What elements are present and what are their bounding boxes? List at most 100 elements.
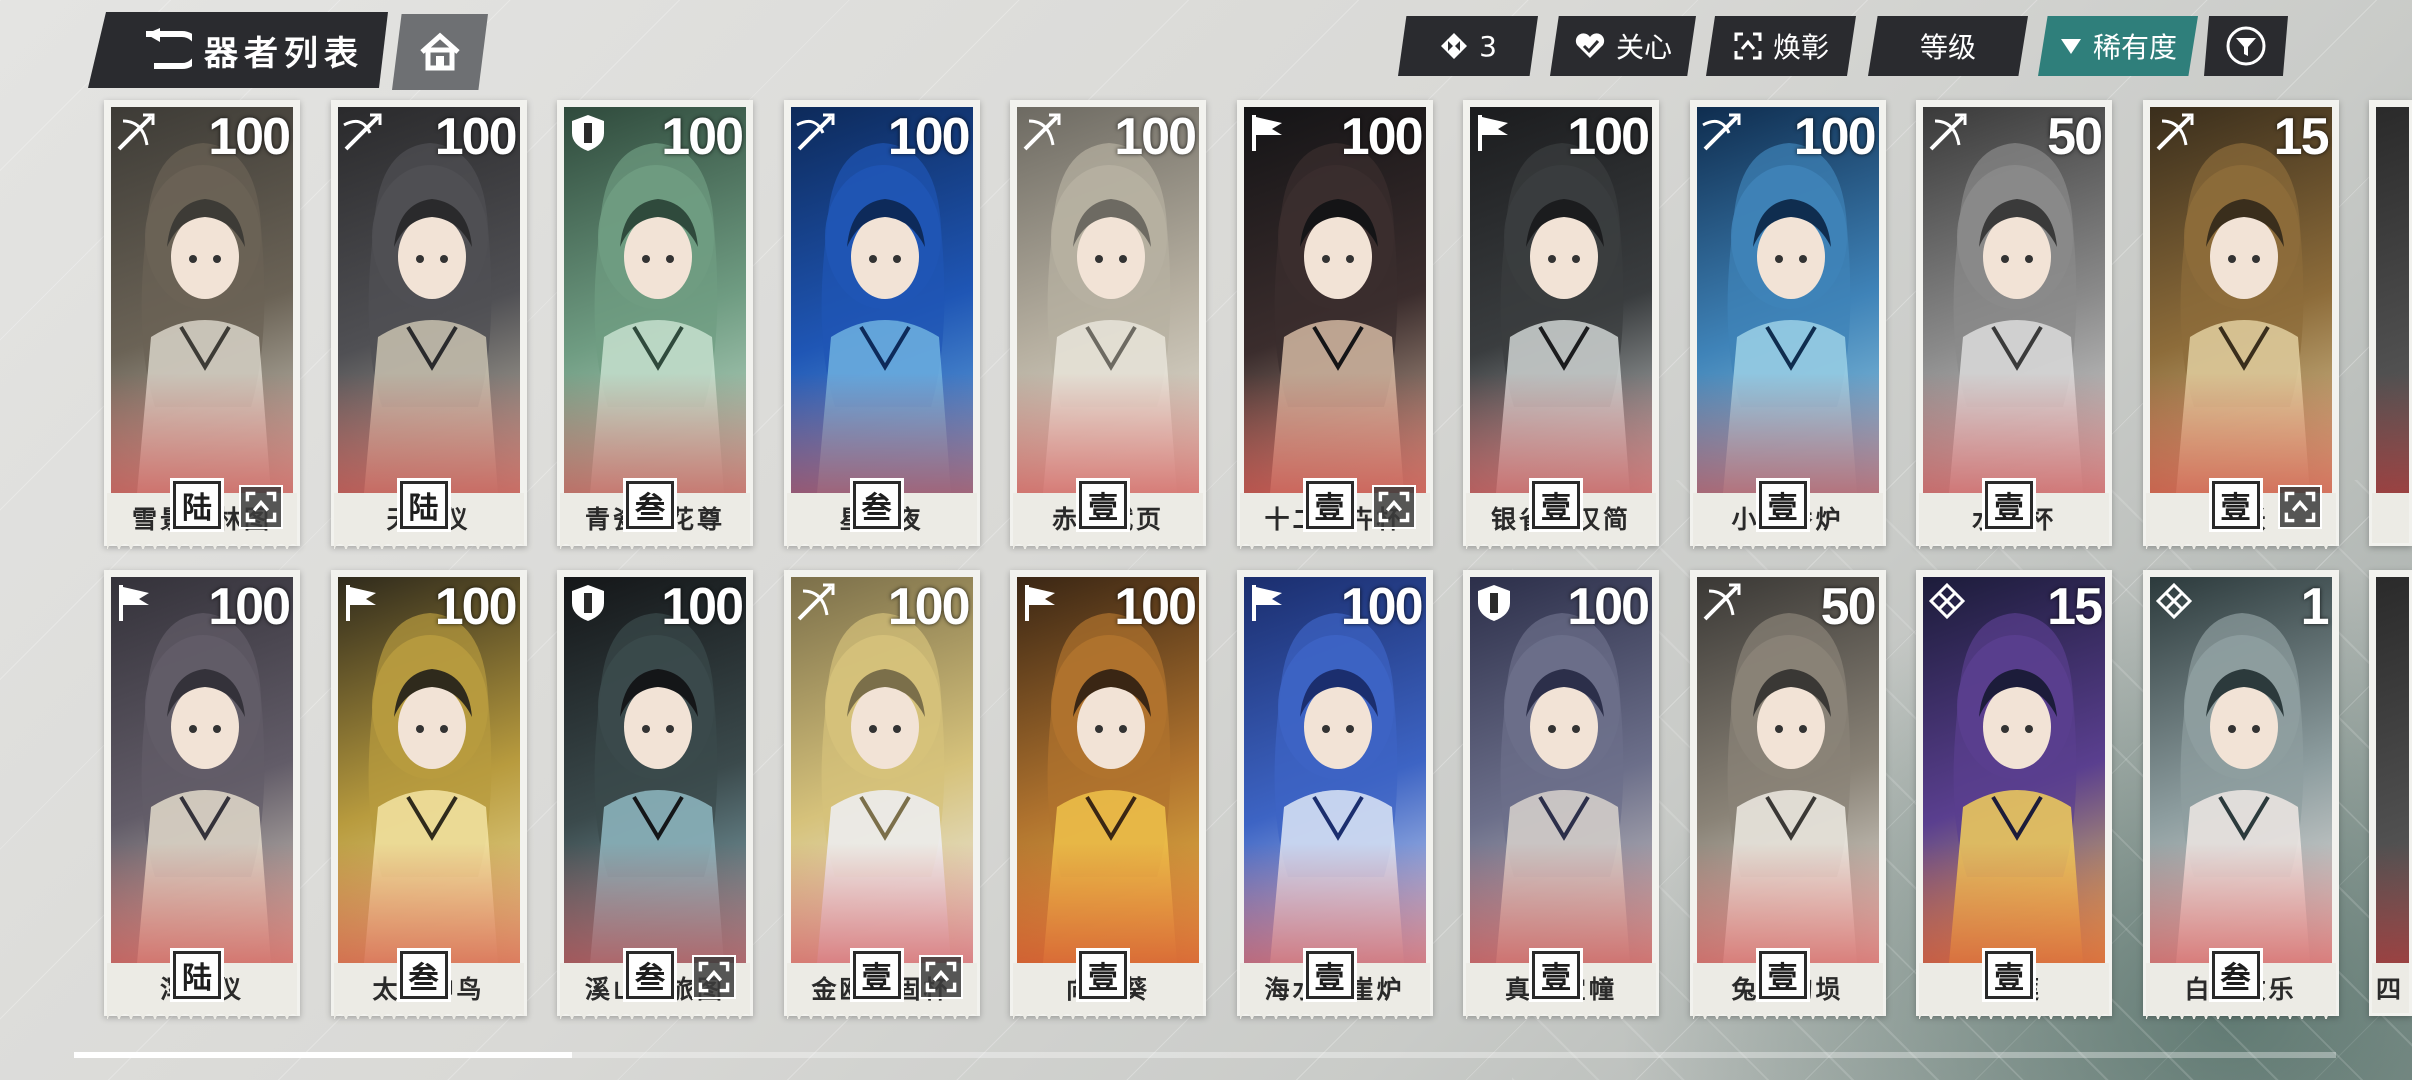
page-title: 器者列表 (204, 33, 364, 74)
favorite-filter-label: 关心 (1615, 31, 1672, 64)
character-card[interactable]: 50壹水晶杯 (1916, 100, 2112, 549)
knot-class-icon (1925, 581, 1969, 625)
level-number: 100 (208, 578, 291, 636)
rank-badge: 壹 (1079, 951, 1127, 999)
shield-class-icon (1472, 581, 1516, 625)
rank-badge: 壹 (1532, 951, 1580, 999)
level-number: 100 (661, 108, 744, 166)
character-card[interactable]: 100陆浑天仪 (104, 570, 300, 1019)
character-card[interactable]: 100壹赤壁赋页 (1010, 100, 1206, 549)
team-count-button[interactable]: 3 (1398, 16, 1538, 76)
level-number: 50 (2047, 108, 2103, 166)
level-number: 100 (1114, 108, 1197, 166)
character-portrait (2376, 577, 2409, 963)
level-number: 15 (2047, 578, 2103, 636)
rank-badge: 壹 (1305, 481, 1354, 529)
home-button[interactable] (392, 14, 488, 90)
character-card[interactable]: 100叁青瓷莲花尊 (557, 100, 753, 549)
skin-frame-icon (2277, 485, 2322, 529)
flag-class-icon (1019, 581, 1063, 625)
rank-badge: 陆 (173, 951, 221, 999)
character-card[interactable]: 100壹向日葵 (1010, 570, 1206, 1019)
character-card-partial[interactable] (2369, 100, 2412, 546)
rank-badge: 叁 (399, 951, 448, 999)
horizontal-scrollbar[interactable] (74, 1052, 2336, 1058)
move-icon (1439, 31, 1469, 61)
character-card[interactable]: 100壹小宋香炉 (1689, 100, 1886, 549)
level-number: 100 (1567, 108, 1650, 166)
level-number: 100 (1340, 108, 1424, 166)
level-number: 100 (887, 108, 971, 166)
crossbow-class-icon (340, 111, 384, 155)
rank-badge: 陆 (173, 481, 221, 529)
character-card[interactable]: 100壹金瓯永固杯 (783, 570, 980, 1019)
sort-level-button[interactable]: 等级 (1868, 16, 2028, 76)
back-arrow-icon[interactable] (140, 27, 194, 73)
level-number: 100 (1567, 578, 1650, 636)
flag-class-icon (1246, 111, 1290, 155)
character-name: 四 (2372, 963, 2409, 1013)
rank-badge: 壹 (1758, 481, 1807, 529)
character-card[interactable]: 1叁白石散乐 (2142, 570, 2339, 1019)
character-card[interactable]: 100壹海水江崖炉 (1236, 570, 1433, 1019)
level-number: 100 (434, 578, 518, 636)
level-number: 100 (1340, 578, 1424, 636)
filter-icon (2224, 24, 2268, 68)
character-card[interactable]: 15壹酒帐 (2142, 100, 2339, 549)
filter-button[interactable] (2204, 16, 2288, 76)
character-name (2372, 493, 2409, 543)
character-card-partial[interactable]: 四 (2369, 570, 2412, 1016)
rank-badge: 壹 (1758, 951, 1807, 999)
sort-rarity-label: 稀有度 (2092, 31, 2177, 64)
character-card[interactable]: 100陆天球仪 (330, 100, 527, 549)
favorite-filter-button[interactable]: 关心 (1550, 16, 1696, 76)
bow-class-icon (2152, 111, 2196, 155)
flag-class-icon (113, 581, 157, 625)
level-number: 100 (1793, 108, 1877, 166)
character-card[interactable]: 50壹兔形陶埙 (1689, 570, 1886, 1019)
rank-badge: 壹 (852, 951, 901, 999)
rank-badge: 陆 (399, 481, 448, 529)
character-card[interactable]: 100叁太阳神鸟 (330, 570, 527, 1019)
bow-class-icon (1019, 111, 1063, 155)
team-count-label: 3 (1479, 29, 1497, 63)
level-number: 100 (661, 578, 744, 636)
character-card[interactable]: 100陆雪景寒林图 (104, 100, 300, 549)
bow-class-icon (793, 581, 837, 625)
skin-frame-icon (239, 485, 283, 529)
shield-class-icon (566, 111, 610, 155)
level-number: 100 (1114, 578, 1197, 636)
rank-badge: 壹 (1532, 481, 1580, 529)
skin-frame-icon (918, 955, 963, 999)
skin-filter-label: 焕彰 (1772, 31, 1829, 64)
crossbow-class-icon (1699, 111, 1743, 155)
sort-level-label: 等级 (1919, 31, 1976, 64)
character-card[interactable]: 100叁星月夜 (783, 100, 980, 549)
sort-rarity-button[interactable]: 稀有度 (2038, 16, 2198, 76)
bow-class-icon (1699, 581, 1743, 625)
rank-badge: 叁 (2211, 951, 2260, 999)
level-number: 100 (208, 108, 291, 166)
character-card[interactable]: 100壹银雀山汉简 (1463, 100, 1659, 549)
flag-class-icon (340, 581, 384, 625)
character-portrait (2376, 107, 2409, 493)
knot-class-icon (2152, 581, 2196, 625)
level-number: 50 (1820, 578, 1877, 636)
scrollbar-thumb[interactable] (74, 1052, 572, 1058)
bow-class-icon (113, 111, 157, 155)
frame-icon (1733, 31, 1763, 61)
rank-badge: 壹 (1305, 951, 1354, 999)
skin-filter-button[interactable]: 焕彰 (1706, 16, 1856, 76)
triangle-down-icon (2059, 36, 2083, 56)
character-card[interactable]: 100壹十二花卉杯 (1236, 100, 1433, 549)
character-card[interactable]: 15壹睡莲 (1916, 570, 2112, 1019)
heart-icon (1574, 32, 1606, 60)
rank-badge: 叁 (626, 951, 674, 999)
shield-class-icon (566, 581, 610, 625)
character-card[interactable]: 100叁溪山行旅图 (557, 570, 753, 1019)
rank-badge: 壹 (1985, 951, 2033, 999)
level-number: 15 (2273, 108, 2330, 166)
character-card[interactable]: 100壹真珠宝幢 (1463, 570, 1659, 1019)
skin-frame-icon (1371, 485, 1416, 529)
rank-badge: 叁 (626, 481, 674, 529)
